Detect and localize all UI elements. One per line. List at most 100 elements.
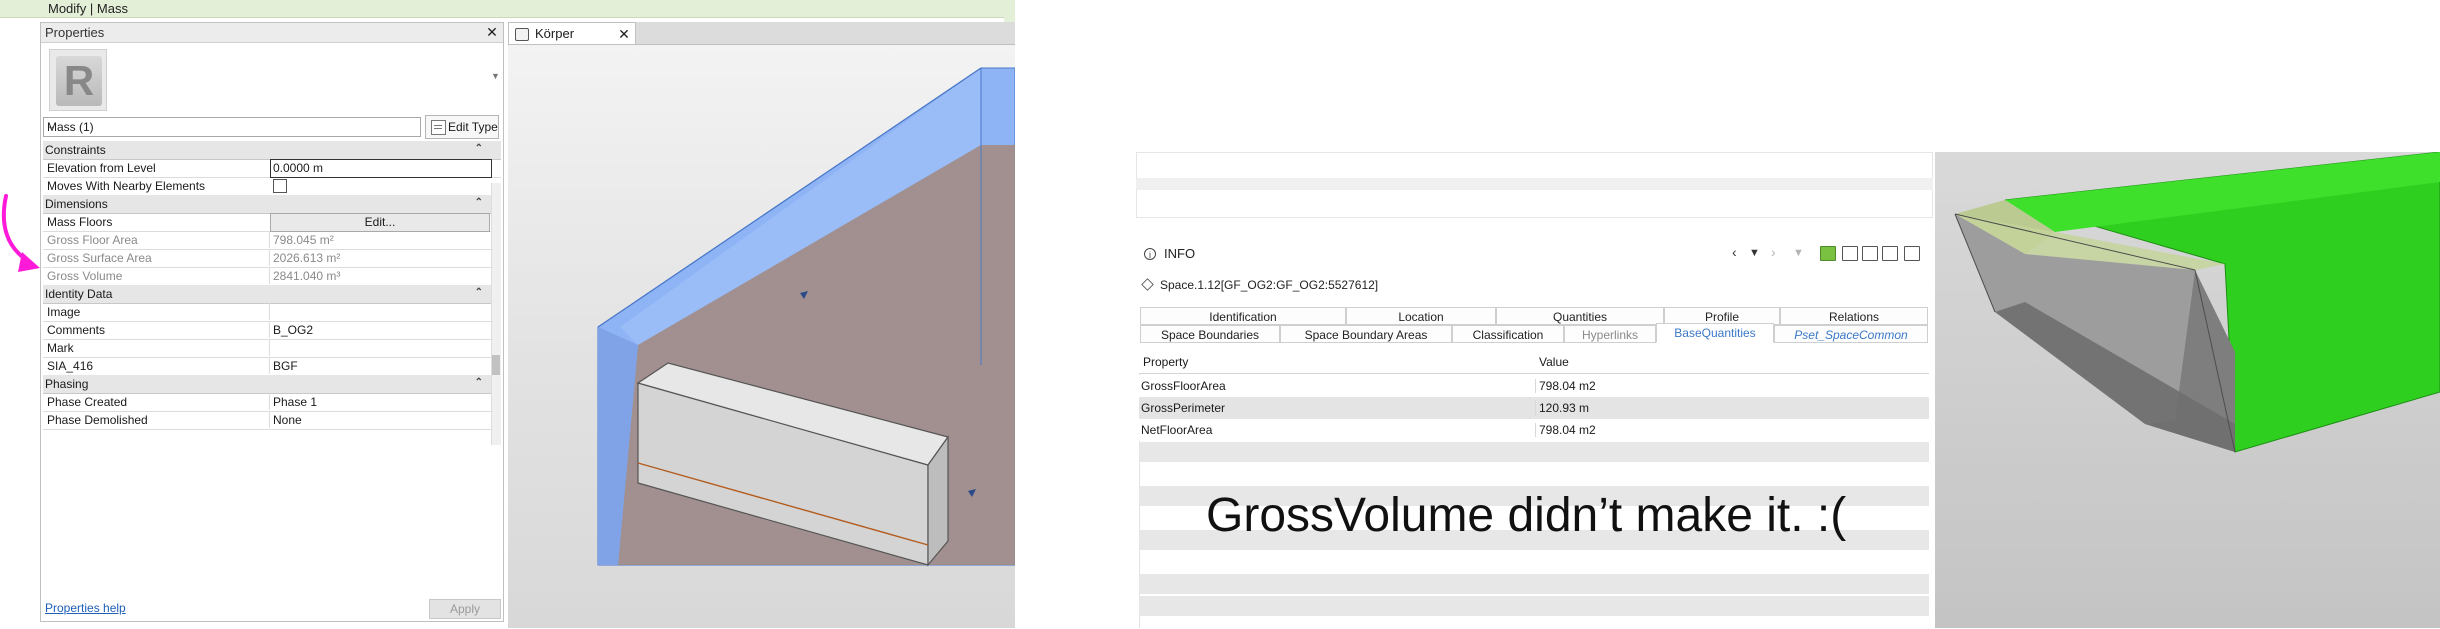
tab-space-boundary-areas[interactable]: Space Boundary Areas <box>1280 325 1452 343</box>
group-constraints[interactable]: Constraints ⌃ <box>43 141 501 160</box>
mass-model <box>597 67 1015 567</box>
elevation-input[interactable]: 0.0000 m <box>270 159 492 178</box>
property-name: SIA_416 <box>47 359 94 373</box>
row-elevation-from-level: Elevation from Level 0.0000 m <box>43 159 501 178</box>
ifc-3d-viewport[interactable] <box>1935 152 2440 628</box>
3d-view-icon <box>515 28 529 41</box>
info-icon: i <box>1144 248 1156 260</box>
group-dimensions[interactable]: Dimensions ⌃ <box>43 195 501 214</box>
row-mark: Mark <box>43 339 501 358</box>
properties-panel: Properties ✕ R ▼ Mass (1) ⌄ Edit Type Co… <box>40 22 504 622</box>
property-name: Gross Surface Area <box>47 251 152 265</box>
property-name: Phase Demolished <box>47 413 148 427</box>
collapse-icon[interactable]: ⌃ <box>475 287 483 298</box>
property-value[interactable]: B_OG2 <box>269 321 490 338</box>
scrollbar-thumb[interactable] <box>492 355 500 375</box>
table-row[interactable]: GrossFloorArea 798.04 m2 <box>1139 375 1929 397</box>
property-name: Image <box>47 305 81 319</box>
row-comments: Comments B_OG2 <box>43 321 501 340</box>
tab-relations[interactable]: Relations <box>1780 307 1928 325</box>
property-value: 2841.040 m³ <box>269 267 490 284</box>
revit-3d-viewport[interactable] <box>508 44 1015 628</box>
row-moves-with-nearby: Moves With Nearby Elements <box>43 177 501 196</box>
tab-pset-space-common[interactable]: Pset_SpaceCommon <box>1774 325 1928 343</box>
row-mass-floors: Mass Floors Edit... <box>43 213 501 232</box>
property-value[interactable]: Phase 1 <box>269 393 490 410</box>
properties-scrollbar[interactable] <box>491 183 501 445</box>
viewer-top-stripe <box>1136 178 1933 190</box>
row-phase-created: Phase Created Phase 1 <box>43 393 501 412</box>
view-tab-label: Körper <box>535 26 575 41</box>
chevron-down-icon: ⌄ <box>47 121 56 132</box>
tab-space-boundaries[interactable]: Space Boundaries <box>1140 325 1280 343</box>
close-properties-icon[interactable]: ✕ <box>484 24 500 40</box>
collapse-icon[interactable]: ⌃ <box>475 197 483 208</box>
forward-arrow-icon[interactable]: › <box>1771 244 1776 260</box>
overlay-caption: GrossVolume didn’t make it. :( <box>1206 489 1847 542</box>
row-gross-surface-area: Gross Surface Area 2026.613 m² <box>43 249 501 268</box>
mass-floors-edit-button[interactable]: Edit... <box>270 213 490 232</box>
property-name: Gross Floor Area <box>47 233 138 247</box>
row-sia-416: SIA_416 BGF <box>43 357 501 376</box>
property-value[interactable]: None <box>269 411 490 428</box>
edit-type-icon <box>431 120 446 135</box>
collapse-icon[interactable]: ⌃ <box>475 377 483 388</box>
edit-type-label: Edit Type <box>448 120 498 134</box>
group-label: Constraints <box>45 143 106 157</box>
tab-identification[interactable]: Identification <box>1140 307 1346 325</box>
tab-base-quantities[interactable]: BaseQuantities <box>1656 323 1774 343</box>
table-row[interactable]: NetFloorArea 798.04 m2 <box>1139 419 1929 441</box>
table-row[interactable]: GrossPerimeter 120.93 m <box>1139 397 1929 419</box>
type-selector[interactable]: Mass (1) ⌄ <box>43 117 421 137</box>
empty-row-stripe <box>1139 574 1929 594</box>
type-image-dropdown-icon[interactable]: ▼ <box>491 71 500 81</box>
property-value[interactable] <box>269 303 490 320</box>
ribbon-context-bar: Modify | Mass <box>0 0 1015 18</box>
tab-classification[interactable]: Classification <box>1452 325 1564 343</box>
link-green-icon[interactable] <box>1820 246 1836 261</box>
property-name: Phase Created <box>47 395 128 409</box>
property-name: Gross Volume <box>47 269 123 283</box>
close-view-tab-icon[interactable]: ✕ <box>616 26 632 42</box>
property-name: Moves With Nearby Elements <box>47 179 206 193</box>
row-image: Image <box>43 303 501 322</box>
revit-logo-icon: R <box>56 56 102 106</box>
row-gross-volume: Gross Volume 2841.040 m³ <box>43 267 501 286</box>
row-gross-floor-area: Gross Floor Area 798.045 m² <box>43 231 501 250</box>
clipboard-copy-icon[interactable] <box>1862 246 1878 261</box>
tab-koerper[interactable]: Körper ✕ <box>508 22 636 44</box>
grid-header: Property Value <box>1139 350 1929 374</box>
clipboard-icon[interactable] <box>1842 246 1858 261</box>
annotation-arrow-icon <box>1 194 40 272</box>
empty-row-stripe <box>1139 596 1929 616</box>
entity-cube-icon <box>1141 278 1154 291</box>
tab-hyperlinks[interactable]: Hyperlinks <box>1564 325 1656 343</box>
property-value[interactable]: BGF <box>269 357 490 374</box>
back-dropdown-icon[interactable]: ▼ <box>1749 247 1760 259</box>
column-header-property: Property <box>1143 355 1189 369</box>
empty-row-stripe <box>1139 442 1929 462</box>
clipboard-export-icon[interactable] <box>1882 246 1898 261</box>
group-label: Phasing <box>45 377 89 391</box>
row-phase-demolished: Phase Demolished None <box>43 411 501 430</box>
edit-type-button[interactable]: Edit Type <box>425 115 499 139</box>
group-identity-data[interactable]: Identity Data ⌃ <box>43 285 501 304</box>
apply-button[interactable]: Apply <box>429 599 501 619</box>
moves-with-nearby-checkbox[interactable] <box>273 179 287 193</box>
group-phasing[interactable]: Phasing ⌃ <box>43 375 501 394</box>
forward-dropdown-icon[interactable]: ▼ <box>1793 247 1804 259</box>
property-value[interactable] <box>269 339 490 356</box>
tab-location[interactable]: Location <box>1346 307 1496 325</box>
ribbon-title: Modify | Mass <box>48 1 128 16</box>
info-title: INFO <box>1164 246 1196 261</box>
collapse-icon[interactable]: ⌃ <box>475 143 483 154</box>
property-name: Mark <box>47 341 74 355</box>
column-header-value: Value <box>1539 355 1569 369</box>
entity-label: Space.1.12[GF_OG2:GF_OG2:5527612] <box>1160 278 1379 292</box>
properties-help-link[interactable]: Properties help <box>45 601 126 615</box>
tab-quantities[interactable]: Quantities <box>1496 307 1664 325</box>
back-arrow-icon[interactable]: ‹ <box>1732 244 1737 260</box>
properties-header: Properties ✕ <box>41 23 503 43</box>
window-icon[interactable] <box>1904 246 1920 261</box>
property-value: 2026.613 m² <box>269 249 490 266</box>
